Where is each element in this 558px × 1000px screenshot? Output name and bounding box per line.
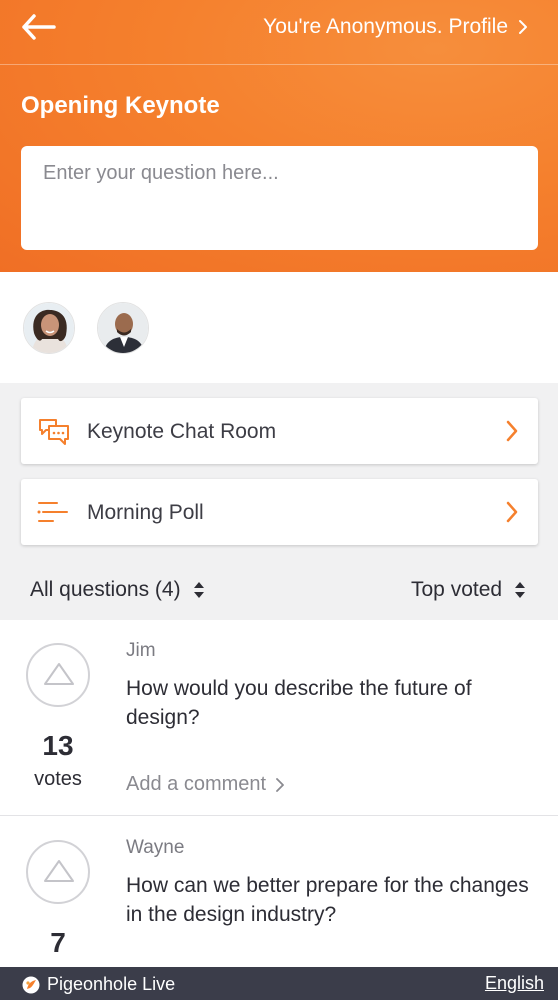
chevron-right-icon bbox=[519, 20, 527, 34]
question-input[interactable] bbox=[21, 146, 538, 250]
triangle-up-icon bbox=[44, 860, 74, 882]
chevron-right-icon bbox=[276, 777, 284, 792]
profile-link[interactable]: You're Anonymous. Profile bbox=[263, 15, 528, 39]
speaker-list bbox=[0, 272, 558, 383]
chevron-right-icon bbox=[506, 501, 518, 523]
top-bar: You're Anonymous. Profile bbox=[0, 0, 558, 65]
add-comment-link[interactable]: Add a comment bbox=[126, 773, 284, 796]
arrow-left-icon bbox=[22, 14, 56, 40]
vote-label: votes bbox=[34, 768, 82, 790]
question-text: How can we better prepare for the change… bbox=[126, 874, 529, 926]
pigeonhole-logo-icon bbox=[22, 976, 40, 993]
chat-room-label: Keynote Chat Room bbox=[87, 420, 277, 443]
chat-room-card[interactable]: Keynote Chat Room bbox=[21, 398, 538, 464]
question-item: 13 votes Jim How would you describe the … bbox=[0, 620, 558, 816]
brand: Pigeonhole Live bbox=[22, 974, 175, 995]
sort-dropdown[interactable]: Top voted bbox=[411, 578, 526, 602]
poll-card[interactable]: Morning Poll bbox=[21, 479, 538, 545]
language-selector[interactable]: English bbox=[485, 973, 544, 994]
chat-icon bbox=[39, 419, 69, 445]
question-author: Wayne bbox=[126, 837, 185, 858]
questions-filter-dropdown[interactable]: All questions (4) bbox=[30, 578, 205, 602]
triangle-up-icon bbox=[44, 663, 74, 685]
add-comment-label: Add a comment bbox=[126, 773, 267, 795]
sort-label: Top voted bbox=[411, 578, 503, 601]
questions-filter-label: All questions (4) bbox=[30, 578, 181, 601]
avatar-photo-icon bbox=[98, 303, 148, 353]
question-author: Jim bbox=[126, 640, 156, 661]
vote-count: 7 bbox=[50, 927, 66, 958]
sort-icon bbox=[193, 582, 204, 598]
poll-icon bbox=[37, 502, 68, 522]
speaker-avatar-male[interactable] bbox=[97, 302, 149, 354]
profile-link-label: You're Anonymous. Profile bbox=[263, 15, 508, 38]
back-button[interactable] bbox=[20, 12, 60, 44]
vote-count: 13 bbox=[42, 730, 74, 761]
chevron-right-icon bbox=[506, 420, 518, 442]
poll-label: Morning Poll bbox=[87, 501, 204, 524]
session-header: You're Anonymous. Profile Opening Keynot… bbox=[0, 0, 558, 272]
upvote-button[interactable] bbox=[26, 840, 90, 904]
brand-name: Pigeonhole Live bbox=[47, 974, 176, 994]
question-text: How would you describe the future of des… bbox=[126, 677, 472, 729]
sort-icon bbox=[515, 582, 526, 598]
session-title: Opening Keynote bbox=[21, 92, 220, 119]
avatar-photo-icon bbox=[24, 303, 74, 353]
agenda-section: Keynote Chat Room Morning Poll All quest… bbox=[0, 383, 558, 620]
speaker-avatar-female[interactable] bbox=[23, 302, 75, 354]
question-item: 7 Wayne How can we better prepare for th… bbox=[0, 817, 558, 967]
upvote-button[interactable] bbox=[26, 643, 90, 707]
footer-bar: Pigeonhole Live English bbox=[0, 967, 558, 1000]
